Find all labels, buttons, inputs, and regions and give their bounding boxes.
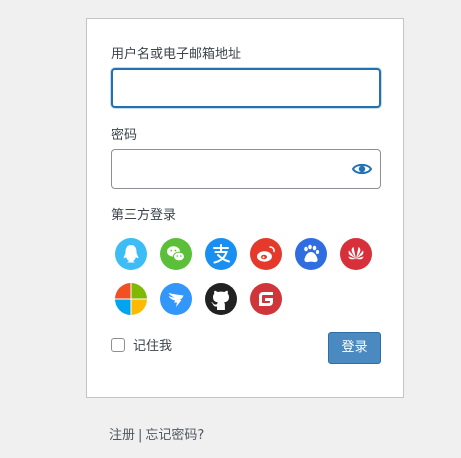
show-password-button[interactable] bbox=[349, 159, 375, 179]
wechat-icon[interactable] bbox=[160, 238, 192, 270]
login-form: 用户名或电子邮箱地址 密码 第三方登录 记住我 登录 bbox=[86, 18, 404, 398]
register-link[interactable]: 注册 bbox=[109, 428, 135, 443]
login-button[interactable]: 登录 bbox=[328, 332, 381, 364]
qq-icon[interactable] bbox=[115, 238, 147, 270]
eye-icon bbox=[352, 163, 372, 175]
baidu-icon[interactable] bbox=[295, 238, 327, 270]
bottom-links: 注册 | 忘记密码? bbox=[109, 424, 204, 443]
remember-me-label: 记住我 bbox=[133, 339, 173, 354]
weibo-icon[interactable] bbox=[250, 238, 282, 270]
remember-me[interactable]: 记住我 bbox=[111, 335, 172, 354]
dingtalk-icon[interactable] bbox=[160, 283, 192, 315]
password-label: 密码 bbox=[111, 128, 138, 143]
github-icon[interactable] bbox=[205, 283, 237, 315]
login-page: 用户名或电子邮箱地址 密码 第三方登录 记住我 登录 注册 | 忘记密码? bbox=[0, 0, 461, 458]
huawei-icon[interactable] bbox=[340, 238, 372, 270]
username-input[interactable] bbox=[111, 68, 381, 108]
social-login-label: 第三方登录 bbox=[111, 208, 177, 223]
alipay-icon[interactable] bbox=[205, 238, 237, 270]
microsoft-icon[interactable] bbox=[115, 283, 147, 315]
link-separator: | bbox=[138, 428, 143, 443]
remember-me-checkbox[interactable] bbox=[111, 337, 125, 352]
password-input[interactable] bbox=[111, 149, 381, 189]
forgot-password-link[interactable]: 忘记密码? bbox=[145, 428, 204, 443]
username-label: 用户名或电子邮箱地址 bbox=[111, 47, 242, 62]
gitee-icon[interactable] bbox=[250, 283, 282, 315]
